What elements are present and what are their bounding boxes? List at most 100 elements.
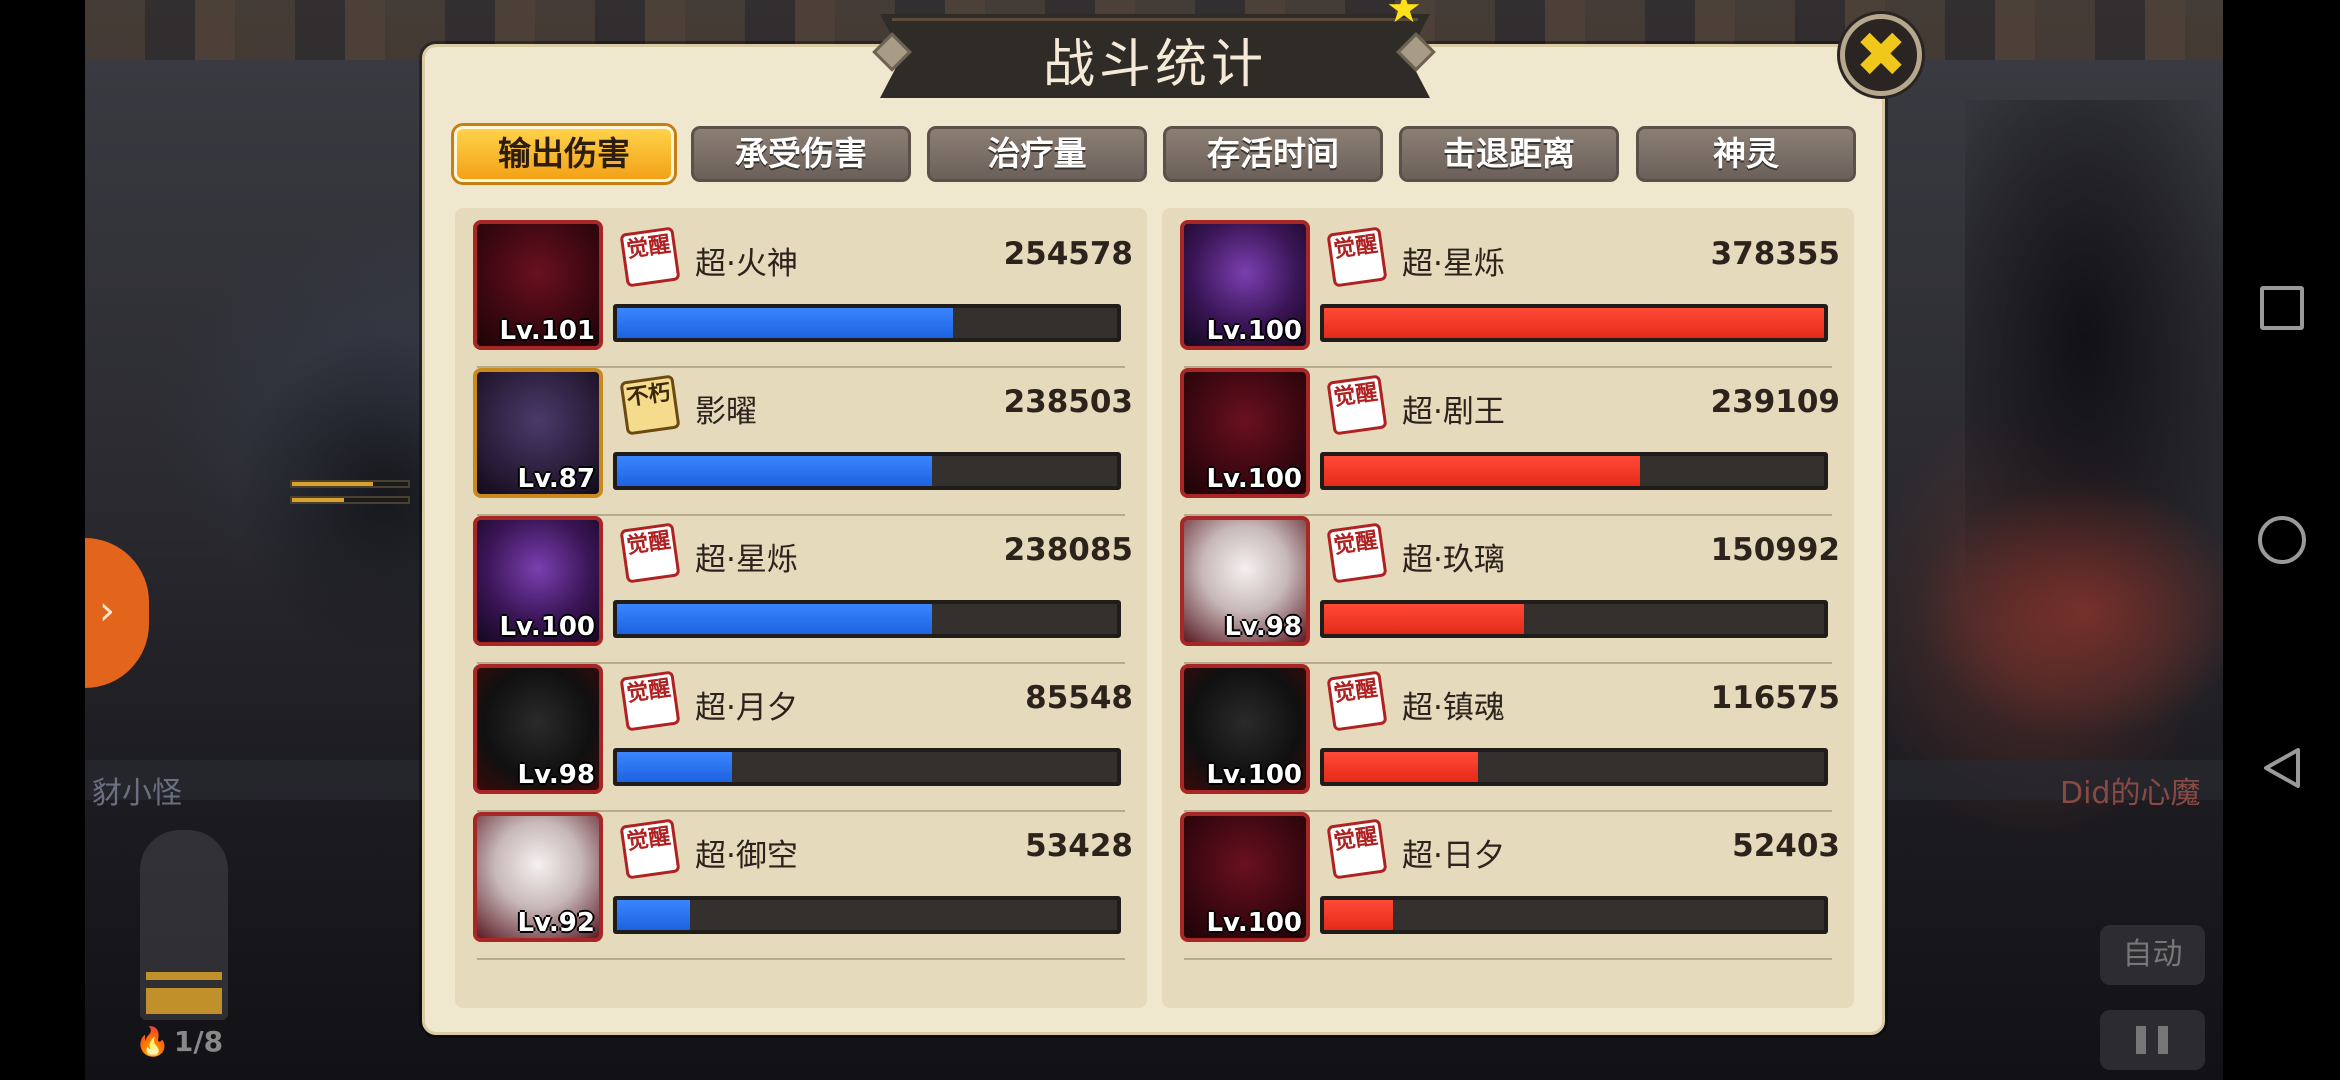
- recent-apps-icon[interactable]: [2260, 286, 2304, 330]
- damage-bar: [1320, 896, 1828, 934]
- list-item: Lv.100 觉醒 超·镇魂 116575: [1162, 652, 1854, 812]
- damage-bar: [1320, 600, 1828, 638]
- damage-bar-fill: [1324, 456, 1640, 486]
- hero-level: Lv.100: [499, 612, 595, 642]
- damage-bar-fill: [1324, 752, 1478, 782]
- hero-name: 超·玖璃: [1402, 542, 1505, 578]
- flame-icon: 🔥: [135, 1025, 170, 1058]
- hero-portrait: Lv.98: [1180, 516, 1310, 646]
- star-icon: ★: [1386, 0, 1422, 32]
- tab-knockback-distance[interactable]: 击退距离: [1399, 126, 1619, 182]
- hero-portrait: Lv.100: [1180, 220, 1310, 350]
- damage-bar-fill: [1324, 308, 1824, 338]
- hero-portrait: Lv.100: [473, 516, 603, 646]
- hero-name: 超·星烁: [695, 542, 798, 578]
- list-item: Lv.98 觉醒 超·玖璃 150992: [1162, 504, 1854, 664]
- hero-level: Lv.100: [1206, 316, 1302, 346]
- android-navigation-bar: [2223, 0, 2340, 1080]
- damage-value: 239109: [1710, 384, 1840, 420]
- awakened-badge-icon: 觉醒: [1326, 670, 1388, 732]
- ally-hp-bars: [290, 480, 410, 512]
- damage-value: 378355: [1710, 236, 1840, 272]
- hero-name: 超·御空: [695, 838, 798, 874]
- dialog-title: 战斗统计: [1042, 35, 1267, 95]
- close-button[interactable]: ✖: [1840, 14, 1922, 96]
- hero-name: 超·月夕: [695, 690, 798, 726]
- damage-value: 238503: [1003, 384, 1133, 420]
- awakened-badge-icon: 觉醒: [619, 818, 681, 880]
- damage-value: 85548: [1025, 680, 1133, 716]
- energy-count: 🔥 1/8: [135, 1025, 223, 1058]
- home-icon[interactable]: [2258, 516, 2306, 564]
- awakened-badge-icon: 觉醒: [619, 670, 681, 732]
- hero-level: Lv.98: [517, 760, 595, 790]
- ally-stats-panel: Lv.101 觉醒 超·火神 254578 Lv.87 不朽 影曜 238503…: [455, 208, 1147, 1008]
- hero-name: 超·星烁: [1402, 246, 1505, 282]
- energy-count-value: 1/8: [173, 1025, 224, 1058]
- enemy-fire-effect: [1915, 480, 2223, 740]
- awakened-badge-icon: 觉醒: [619, 226, 681, 288]
- ally-hp-bar: [290, 480, 410, 488]
- list-item: Lv.92 觉醒 超·御空 53428: [455, 800, 1147, 960]
- hero-level: Lv.100: [1206, 464, 1302, 494]
- damage-bar: [1320, 748, 1828, 786]
- hero-portrait: Lv.87: [473, 368, 603, 498]
- tab-damage-dealt[interactable]: 输出伤害: [454, 126, 674, 182]
- energy-gauge: [140, 830, 228, 1020]
- damage-bar-fill: [617, 752, 732, 782]
- pause-button[interactable]: [2100, 1010, 2205, 1070]
- hero-level: Lv.98: [1224, 612, 1302, 642]
- hero-portrait: Lv.98: [473, 664, 603, 794]
- hero-name: 超·镇魂: [1402, 690, 1505, 726]
- list-item: Lv.100 觉醒 超·星烁 238085: [455, 504, 1147, 664]
- hero-level: Lv.87: [517, 464, 595, 494]
- pause-icon-bar: [2136, 1026, 2146, 1054]
- chevron-right-icon: ›: [99, 588, 115, 634]
- hero-level: Lv.101: [499, 316, 595, 346]
- awakened-badge-icon: 觉醒: [1326, 522, 1388, 584]
- hero-name: 超·火神: [695, 246, 798, 282]
- damage-value: 52403: [1732, 828, 1840, 864]
- hero-level: Lv.100: [1206, 760, 1302, 790]
- awakened-badge-icon: 觉醒: [1326, 374, 1388, 436]
- close-icon: ✖: [1855, 18, 1907, 91]
- tab-deity[interactable]: 神灵: [1636, 126, 1856, 182]
- damage-bar-fill: [617, 308, 953, 338]
- list-item: Lv.100 觉醒 超·星烁 378355: [1162, 208, 1854, 368]
- hero-name: 超·日夕: [1402, 838, 1505, 874]
- hero-level: Lv.92: [517, 908, 595, 938]
- tab-healing[interactable]: 治疗量: [927, 126, 1147, 182]
- damage-bar: [1320, 304, 1828, 342]
- row-divider: [1184, 958, 1832, 960]
- awakened-badge-icon: 觉醒: [1326, 818, 1388, 880]
- hero-name: 影曜: [695, 394, 757, 430]
- damage-bar: [613, 452, 1121, 490]
- damage-bar-fill: [1324, 604, 1524, 634]
- damage-value: 238085: [1003, 532, 1133, 568]
- enemy-stats-panel: Lv.100 觉醒 超·星烁 378355 Lv.100 觉醒 超·剧王 239…: [1162, 208, 1854, 1008]
- damage-bar: [613, 896, 1121, 934]
- damage-value: 116575: [1710, 680, 1840, 716]
- list-item: Lv.100 觉醒 超·日夕 52403: [1162, 800, 1854, 960]
- list-item: Lv.101 觉醒 超·火神 254578: [455, 208, 1147, 368]
- damage-bar-fill: [1324, 900, 1393, 930]
- tab-survival-time[interactable]: 存活时间: [1163, 126, 1383, 182]
- damage-bar: [613, 600, 1121, 638]
- damage-bar-fill: [617, 604, 932, 634]
- hero-level: Lv.100: [1206, 908, 1302, 938]
- list-item: Lv.87 不朽 影曜 238503: [455, 356, 1147, 516]
- hero-portrait: Lv.100: [1180, 664, 1310, 794]
- back-icon[interactable]: [2258, 744, 2306, 792]
- damage-bar-fill: [617, 900, 690, 930]
- row-divider: [477, 958, 1125, 960]
- damage-value: 53428: [1025, 828, 1133, 864]
- hero-portrait: Lv.100: [1180, 368, 1310, 498]
- ally-mp-bar: [290, 496, 410, 504]
- damage-value: 254578: [1003, 236, 1133, 272]
- tab-damage-taken[interactable]: 承受伤害: [691, 126, 911, 182]
- auto-battle-button[interactable]: 自动: [2100, 925, 2205, 985]
- damage-value: 150992: [1710, 532, 1840, 568]
- damage-bar-fill: [617, 456, 932, 486]
- immortal-badge-icon: 不朽: [619, 374, 681, 436]
- enemy-player-name: Did的心魔: [2060, 776, 2201, 811]
